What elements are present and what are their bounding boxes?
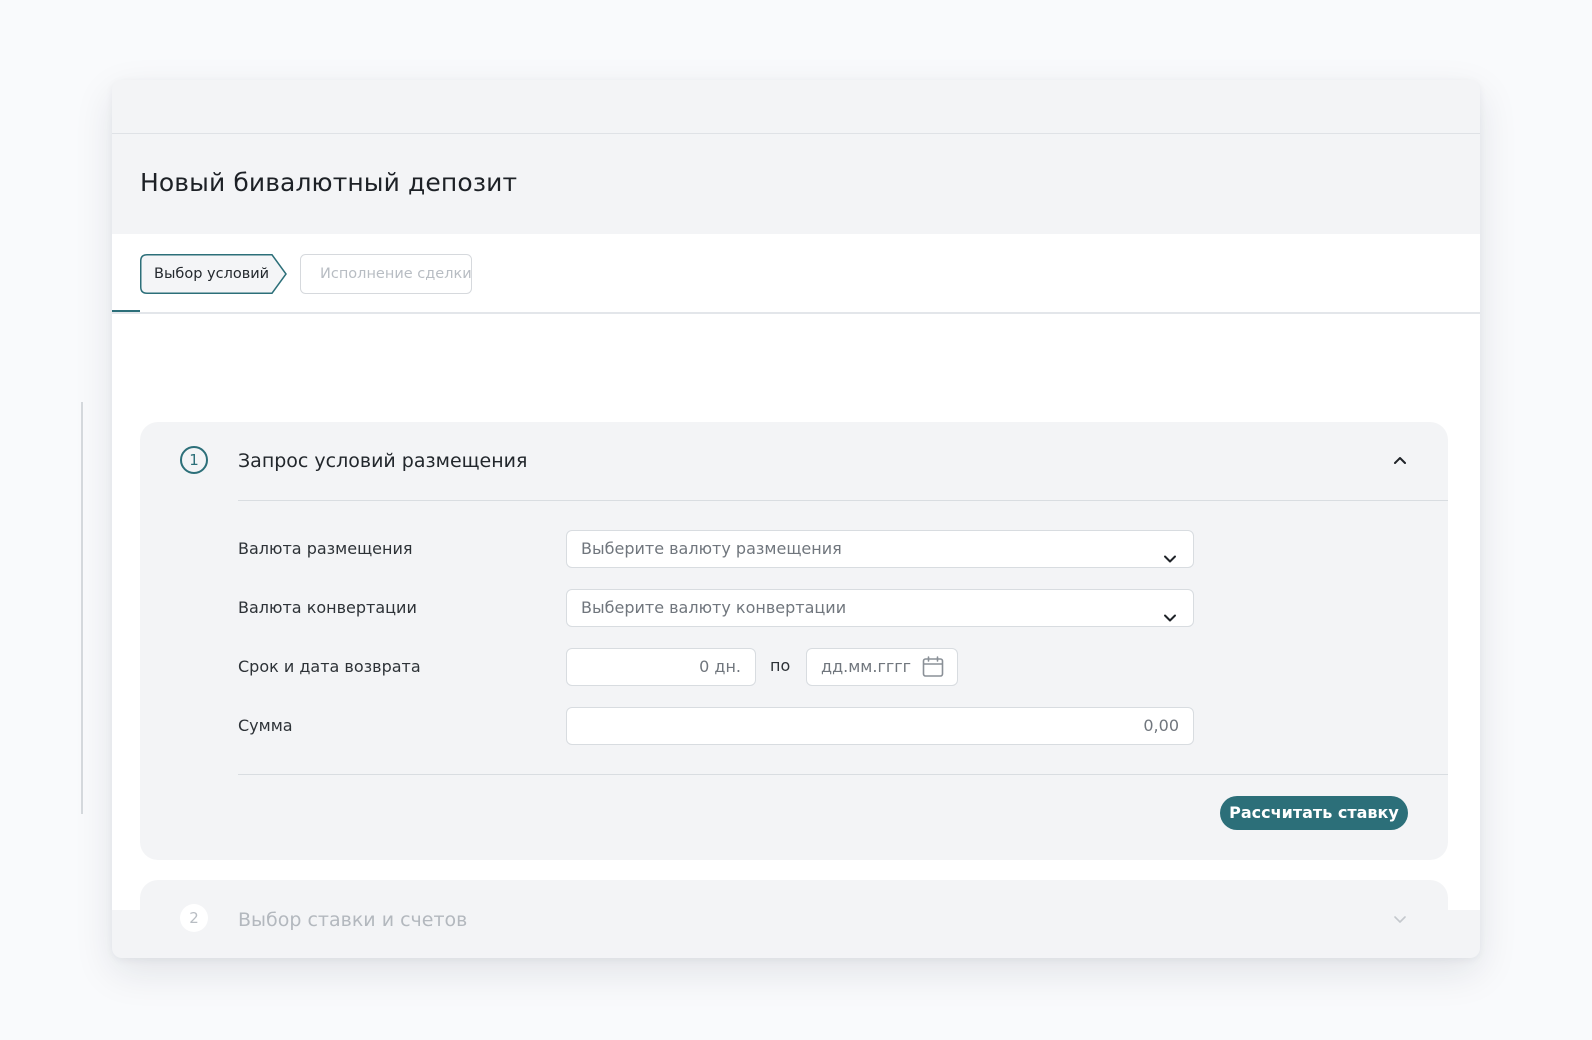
- step-tab-label: Выбор условий: [154, 266, 270, 282]
- chevron-up-icon[interactable]: [1392, 452, 1408, 472]
- term-days-value: 0 дн.: [699, 657, 741, 676]
- conversion-currency-select[interactable]: Выберите валюту конвертации: [566, 589, 1194, 627]
- step-tab-conditions[interactable]: Выбор условий: [140, 254, 288, 294]
- section-divider: [238, 500, 1448, 501]
- card-top-bar: [112, 80, 1480, 134]
- amount-label: Сумма: [238, 716, 293, 735]
- section-placement-request: 1 Запрос условий размещения Валюта разме…: [140, 422, 1448, 860]
- step-number-badge: 1: [180, 446, 208, 474]
- stepper: Выбор условий Исполнение сделки: [112, 234, 1480, 314]
- section-title: Запрос условий размещения: [238, 450, 528, 472]
- step-tab-execution: Исполнение сделки: [300, 254, 472, 294]
- calendar-icon[interactable]: [921, 655, 945, 692]
- section-divider: [238, 774, 1448, 775]
- chevron-down-icon: [1163, 602, 1177, 638]
- date-placeholder: дд.мм.гггг: [821, 657, 912, 676]
- term-label: Срок и дата возврата: [238, 657, 421, 676]
- select-placeholder: Выберите валюту размещения: [581, 539, 842, 558]
- placement-currency-select[interactable]: Выберите валюту размещения: [566, 530, 1194, 568]
- chevron-down-icon: [1392, 912, 1408, 932]
- amount-value: 0,00: [1143, 716, 1179, 735]
- stepper-progress-indicator: [112, 310, 140, 312]
- conversion-currency-label: Валюта конвертации: [238, 598, 417, 617]
- section-rate-accounts[interactable]: 2 Выбор ставки и счетов: [140, 880, 1448, 958]
- term-by-label: по: [770, 656, 791, 675]
- step-tab-label: Исполнение сделки: [320, 266, 472, 282]
- chevron-down-icon: [1163, 543, 1177, 579]
- page-title: Новый бивалютный депозит: [140, 168, 518, 197]
- return-date-input[interactable]: дд.мм.гггг: [806, 648, 958, 686]
- card-body: Выбор условий Исполнение сделки 1 Запрос…: [112, 234, 1480, 958]
- term-days-input[interactable]: 0 дн.: [566, 648, 756, 686]
- stepper-connector-line: [81, 402, 83, 814]
- section-title: Выбор ставки и счетов: [238, 909, 468, 931]
- step-number-badge: 2: [180, 904, 208, 932]
- amount-input[interactable]: 0,00: [566, 707, 1194, 745]
- deposit-card: Новый бивалютный депозит Выбор условий И…: [112, 80, 1480, 958]
- placement-currency-label: Валюта размещения: [238, 539, 413, 558]
- calculate-rate-button[interactable]: Рассчитать ставку: [1220, 796, 1408, 830]
- select-placeholder: Выберите валюту конвертации: [581, 598, 847, 617]
